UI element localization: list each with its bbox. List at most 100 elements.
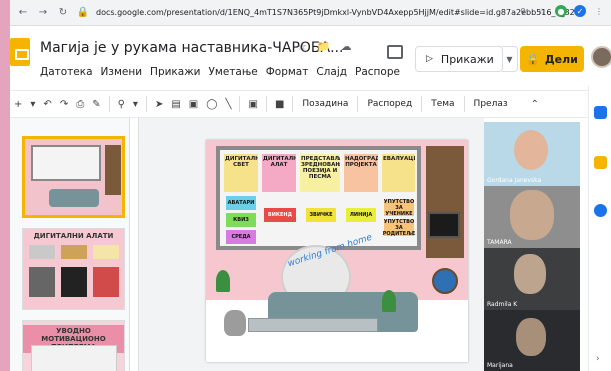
participant-name: Gordana Janevska <box>487 177 542 184</box>
toolbar-divider <box>265 96 267 112</box>
zoom-dropdown-icon[interactable]: ▾ <box>133 99 138 110</box>
cloud-icon[interactable]: ☁ <box>341 40 352 53</box>
comment-add-icon[interactable]: ▣ <box>248 99 257 110</box>
thumb-image <box>29 267 55 297</box>
move-folder-icon[interactable]: 📁 <box>317 40 331 53</box>
extension-shield-icon[interactable]: ✓ <box>574 5 586 17</box>
present-play-icon: ▷ <box>426 54 433 64</box>
present-dropdown[interactable]: ▼ <box>502 46 518 72</box>
participant-face <box>510 190 554 240</box>
menu-format[interactable]: Формат <box>266 66 309 78</box>
editing-toolbar: + ▾ ↶ ↷ ⎙ ✎ ⚲ ▾ ➤ ▤ ▣ ◯ ╲ ▣ ■ Позадина Р… <box>10 90 588 118</box>
menu-arrange[interactable]: Распоре <box>355 66 400 78</box>
collapse-toolbar-icon[interactable]: ⌃ <box>531 99 539 110</box>
column-header-5[interactable]: ЕВАЛУАЦИЈА <box>382 154 415 192</box>
desk <box>248 318 378 332</box>
star-icon[interactable]: ☆ <box>297 40 307 53</box>
present-button-label: Прикажи <box>440 52 494 66</box>
participant-face <box>516 318 546 356</box>
tasks-icon[interactable] <box>594 204 607 217</box>
extension-green-icon[interactable]: ● <box>555 5 567 17</box>
sticker-vikend[interactable]: ВИКЕНД <box>264 208 296 222</box>
expand-panel-icon[interactable]: › <box>596 354 600 364</box>
toolbar-divider <box>239 96 241 112</box>
menu-insert[interactable]: Уметање <box>209 66 258 78</box>
present-button[interactable]: ▷ Прикажи <box>415 46 503 72</box>
text-box-icon[interactable]: ▤ <box>171 99 180 110</box>
menu-view[interactable]: Прикажи <box>150 66 200 78</box>
paint-format-icon[interactable]: ✎ <box>92 99 100 110</box>
account-avatar[interactable] <box>591 46 611 68</box>
participant-face <box>514 254 546 294</box>
menu-file[interactable]: Датотека <box>40 66 93 78</box>
share-button-label: Дели <box>544 52 578 66</box>
sticker-zvicke[interactable]: ЗВИЧКЕ <box>306 208 336 222</box>
select-cursor-icon[interactable]: ➤ <box>155 99 163 110</box>
slide-canvas[interactable]: ДИГИТАЛНИ СВЕТ ДИГИТАЛНИ АЛАТ ПРЕДСТАВЉА… <box>131 118 484 371</box>
participant-tile[interactable]: Radmila K <box>484 248 580 310</box>
column-header-1[interactable]: ДИГИТАЛНИ СВЕТ <box>224 154 258 192</box>
fill-color-icon[interactable]: ■ <box>275 99 284 110</box>
background-button[interactable]: Позадина <box>302 99 348 109</box>
address-field[interactable]: docs.google.com/presentation/d/1ENQ_4mT1… <box>96 8 575 17</box>
current-slide[interactable]: ДИГИТАЛНИ СВЕТ ДИГИТАЛНИ АЛАТ ПРЕДСТАВЉА… <box>206 140 468 362</box>
menu-slide[interactable]: Слајд <box>316 66 347 78</box>
new-slide-icon[interactable]: + <box>14 99 22 110</box>
arrow-right-icon[interactable]: → <box>36 6 50 20</box>
undo-icon[interactable]: ↶ <box>43 99 51 110</box>
redo-icon[interactable]: ↷ <box>60 99 68 110</box>
tv-screen <box>428 212 460 238</box>
thumb-image <box>93 245 119 259</box>
screenshot: ← → ↻ 🔒 docs.google.com/presentation/d/1… <box>0 0 611 371</box>
column-header-2[interactable]: ДИГИТАЛНИ АЛАТ <box>262 154 296 192</box>
keep-icon[interactable] <box>594 156 607 169</box>
bookshelf <box>426 146 464 258</box>
thumb-image <box>61 245 87 259</box>
new-slide-dropdown-icon[interactable]: ▾ <box>30 99 35 110</box>
print-icon[interactable]: ⎙ <box>76 99 84 110</box>
thumb-image <box>29 245 55 259</box>
participant-tile[interactable]: Gordana Janevska <box>484 122 580 186</box>
side-panel: › <box>588 86 611 371</box>
image-icon[interactable]: ▣ <box>189 99 198 110</box>
lock-icon: 🔒 <box>526 52 540 66</box>
desktop-edge <box>0 0 10 371</box>
sticker-avatari[interactable]: АВАТАРИ <box>226 196 256 210</box>
slide-thumbnail-1[interactable] <box>22 136 125 218</box>
plant-left <box>216 270 230 292</box>
shape-icon[interactable]: ◯ <box>206 99 217 110</box>
arrow-left-icon[interactable]: ← <box>16 6 30 20</box>
participant-tile[interactable]: Marijana <box>484 310 580 371</box>
sticker-kviz[interactable]: КВИЗ <box>226 213 256 227</box>
participant-tile[interactable]: TAMARA <box>484 186 580 248</box>
layout-button[interactable]: Распоред <box>367 99 412 109</box>
share-button[interactable]: 🔒 Дели <box>520 46 584 72</box>
zoom-icon[interactable]: ⚲ <box>118 99 125 110</box>
reload-icon[interactable]: ↻ <box>56 6 70 20</box>
column-header-3[interactable]: ПРЕДСТАВЉАЊЕ ЗРЕДНОВАЊА, ПОЕЗИЈА И ПЕСМА <box>300 154 340 192</box>
zoom-icon[interactable]: ⚲ <box>517 5 529 17</box>
comments-icon[interactable] <box>387 45 403 59</box>
slide-filmstrip: ДИГИТАЛНИ АЛАТИ УВОДНО МОТИВАЦИОНО ПРИПР… <box>10 118 130 371</box>
lock-icon: 🔒 <box>76 7 90 18</box>
sticker-uputstvo-roditelji[interactable]: УПУТСТВО ЗА РОДИТЕЉЕ <box>383 219 416 237</box>
sticker-sreda[interactable]: СРЕДА <box>226 230 256 244</box>
thumb-title: ДИГИТАЛНИ АЛАТИ <box>33 232 114 240</box>
sticker-linija[interactable]: ЛИНИЈА <box>346 208 376 222</box>
line-icon[interactable]: ╲ <box>225 99 231 110</box>
transition-button[interactable]: Прелаз <box>474 99 508 109</box>
slide-thumbnail-3[interactable]: УВОДНО МОТИВАЦИОНО ПРИПРЕМА <box>22 320 125 371</box>
thumb-board <box>31 145 101 181</box>
star-icon[interactable]: ☆ <box>536 5 548 17</box>
menu-edit[interactable]: Измени <box>101 66 143 78</box>
participant-name: Marijana <box>487 362 513 369</box>
column-header-4[interactable]: НАДОГРАДЊА ПРОЈЕКТА <box>344 154 378 192</box>
menu-icon[interactable]: ⋮ <box>593 5 605 17</box>
video-participants: Gordana Janevska TAMARA Radmila K Marija… <box>484 122 580 371</box>
toolbar-divider <box>145 96 147 112</box>
theme-button[interactable]: Тема <box>431 99 454 109</box>
slides-logo-icon[interactable] <box>10 38 30 66</box>
slide-thumbnail-2[interactable]: ДИГИТАЛНИ АЛАТИ <box>22 228 125 310</box>
calendar-icon[interactable] <box>594 106 607 119</box>
sticker-uputstvo-ucenici[interactable]: УПУТСТВО ЗА УЧЕНИКЕ <box>384 199 414 217</box>
